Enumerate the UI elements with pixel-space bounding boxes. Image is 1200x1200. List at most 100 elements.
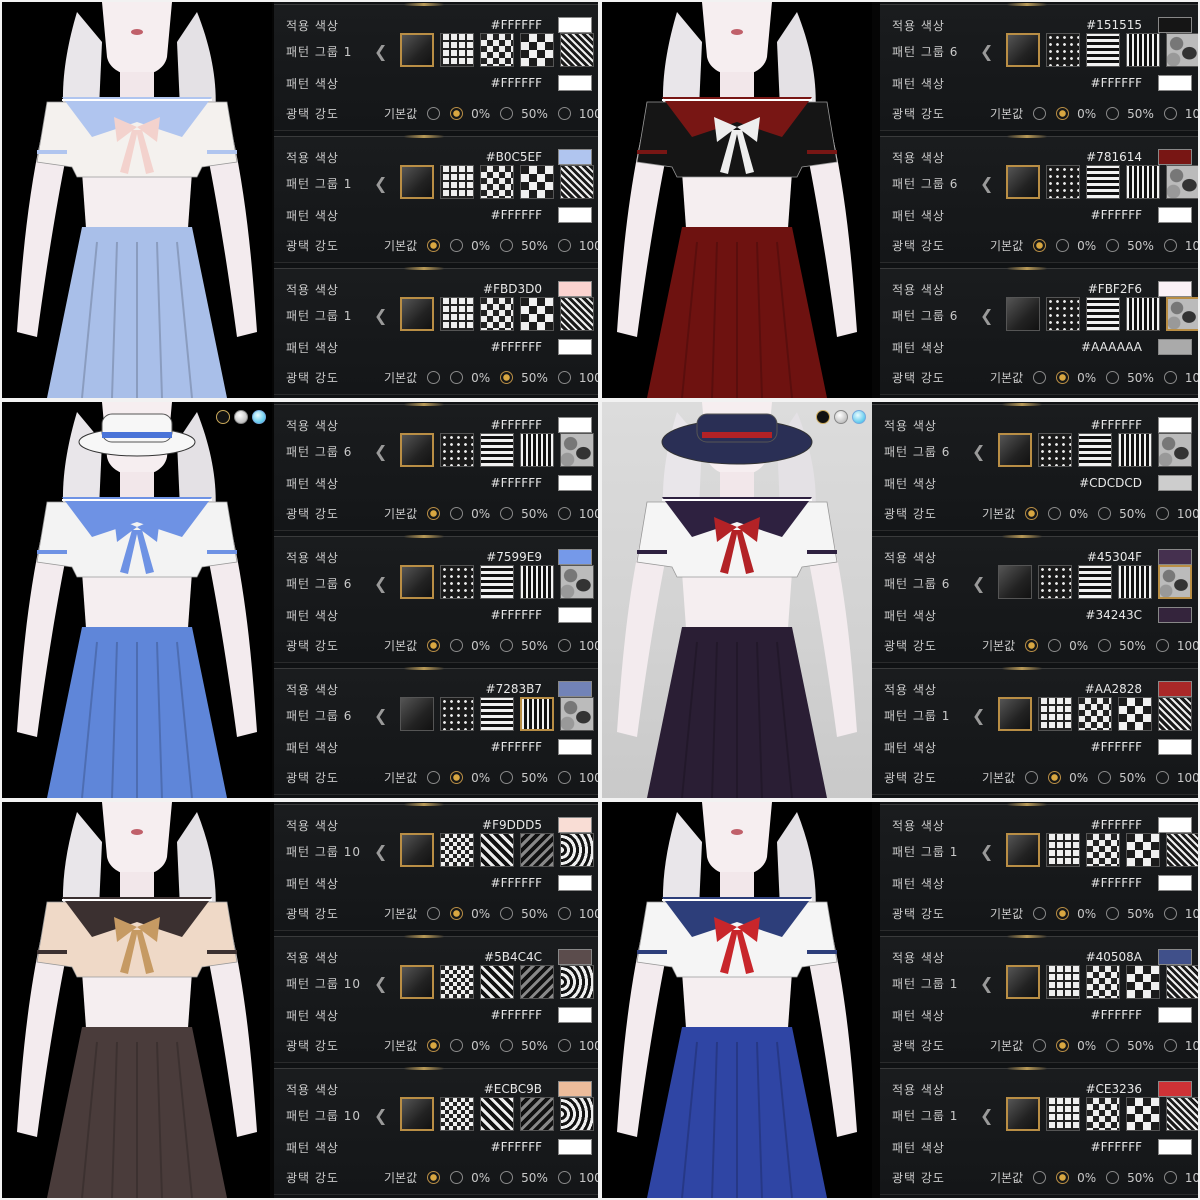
gloss-radio-pct50[interactable] <box>1106 239 1120 252</box>
gloss-radio-pct0[interactable] <box>450 907 464 920</box>
pattern-swatch[interactable] <box>1166 965 1198 999</box>
pattern-swatch[interactable] <box>1046 833 1080 867</box>
color-preset-dot[interactable] <box>216 410 230 424</box>
pattern-color-hex[interactable]: #FFFFFF <box>491 476 542 490</box>
apply-color-chip[interactable] <box>558 949 592 965</box>
chevron-left-icon[interactable]: ❮ <box>980 842 993 861</box>
pattern-swatch[interactable] <box>1006 165 1040 199</box>
gloss-radio-pct100[interactable] <box>557 239 571 252</box>
apply-color-hex[interactable]: #781614 <box>1086 150 1142 164</box>
apply-color-chip[interactable] <box>1158 281 1192 297</box>
pattern-swatch[interactable] <box>440 433 474 467</box>
pattern-color-chip[interactable] <box>558 475 592 491</box>
apply-color-hex[interactable]: #CE3236 <box>1085 1082 1142 1096</box>
pattern-swatch[interactable] <box>560 697 594 731</box>
gloss-radio-default[interactable] <box>427 107 441 120</box>
apply-color-chip[interactable] <box>1158 149 1192 165</box>
chevron-left-icon[interactable]: ❮ <box>374 174 387 193</box>
pattern-swatch[interactable] <box>1006 33 1040 67</box>
apply-color-chip[interactable] <box>558 281 592 297</box>
gloss-radio-default[interactable] <box>427 907 441 920</box>
gloss-radio-pct100[interactable] <box>557 639 571 652</box>
pattern-color-chip[interactable] <box>1158 1139 1192 1155</box>
apply-color-chip[interactable] <box>558 681 592 697</box>
pattern-color-chip[interactable] <box>1158 475 1192 491</box>
pattern-color-chip[interactable] <box>558 875 592 891</box>
chevron-left-icon[interactable]: ❮ <box>972 442 985 461</box>
gloss-radio-pct50[interactable] <box>1098 639 1112 652</box>
chevron-left-icon[interactable]: ❮ <box>972 574 985 593</box>
pattern-swatch[interactable] <box>1118 565 1152 599</box>
gloss-radio-default[interactable] <box>427 239 441 252</box>
gloss-radio-pct50[interactable] <box>1098 507 1112 520</box>
chevron-left-icon[interactable]: ❮ <box>980 974 993 993</box>
chevron-left-icon[interactable]: ❮ <box>980 42 993 61</box>
apply-color-chip[interactable] <box>1158 1081 1192 1097</box>
pattern-swatch[interactable] <box>1126 165 1160 199</box>
gloss-radio-pct0[interactable] <box>1056 1039 1070 1052</box>
pattern-swatch[interactable] <box>440 297 474 331</box>
apply-color-hex[interactable]: #AA2828 <box>1085 682 1142 696</box>
pattern-swatch[interactable] <box>480 965 514 999</box>
pattern-swatch[interactable] <box>440 565 474 599</box>
gloss-radio-pct100[interactable] <box>1155 507 1169 520</box>
apply-color-hex[interactable]: #5B4C4C <box>484 950 542 964</box>
gloss-radio-pct50[interactable] <box>500 239 514 252</box>
pattern-color-hex[interactable]: #CDCDCD <box>1079 476 1142 490</box>
apply-color-chip[interactable] <box>558 817 592 833</box>
pattern-swatch[interactable] <box>1086 165 1120 199</box>
gloss-radio-pct100[interactable] <box>557 907 571 920</box>
pattern-color-hex[interactable]: #FFFFFF <box>491 76 542 90</box>
pattern-swatch[interactable] <box>1086 965 1120 999</box>
gloss-radio-default[interactable] <box>1025 639 1039 652</box>
gloss-radio-default[interactable] <box>1033 1171 1047 1184</box>
apply-color-chip[interactable] <box>1158 949 1192 965</box>
pattern-swatch[interactable] <box>1158 565 1192 599</box>
apply-color-hex[interactable]: #FFFFFF <box>1091 818 1142 832</box>
chevron-left-icon[interactable]: ❮ <box>374 706 387 725</box>
pattern-swatch[interactable] <box>480 833 514 867</box>
pattern-swatch[interactable] <box>1118 697 1152 731</box>
apply-color-chip[interactable] <box>1158 681 1192 697</box>
gloss-radio-pct100[interactable] <box>1163 239 1177 252</box>
pattern-color-chip[interactable] <box>558 207 592 223</box>
pattern-swatch[interactable] <box>1086 33 1120 67</box>
pattern-swatch[interactable] <box>560 33 594 67</box>
pattern-swatch[interactable] <box>480 1097 514 1131</box>
gloss-radio-pct50[interactable] <box>500 907 514 920</box>
pattern-swatch[interactable] <box>1166 33 1198 67</box>
pattern-color-hex[interactable]: #FFFFFF <box>491 208 542 222</box>
pattern-swatch[interactable] <box>560 165 594 199</box>
pattern-swatch[interactable] <box>560 1097 594 1131</box>
apply-color-hex[interactable]: #F9DDD5 <box>482 818 542 832</box>
apply-color-hex[interactable]: #FFFFFF <box>491 418 542 432</box>
gloss-radio-pct0[interactable] <box>1056 371 1070 384</box>
gloss-radio-default[interactable] <box>427 639 441 652</box>
pattern-swatch[interactable] <box>1046 165 1080 199</box>
color-preset-dot[interactable] <box>252 410 266 424</box>
apply-color-chip[interactable] <box>558 149 592 165</box>
pattern-swatch[interactable] <box>440 33 474 67</box>
gloss-radio-pct0[interactable] <box>1048 771 1062 784</box>
pattern-swatch[interactable] <box>480 297 514 331</box>
pattern-swatch[interactable] <box>400 297 434 331</box>
pattern-swatch[interactable] <box>1038 433 1072 467</box>
chevron-left-icon[interactable]: ❮ <box>374 42 387 61</box>
gloss-radio-default[interactable] <box>1033 907 1047 920</box>
gloss-radio-pct100[interactable] <box>557 771 571 784</box>
gloss-radio-default[interactable] <box>1025 771 1039 784</box>
pattern-color-hex[interactable]: #FFFFFF <box>1091 740 1142 754</box>
apply-color-chip[interactable] <box>1158 817 1192 833</box>
pattern-swatch[interactable] <box>400 1097 434 1131</box>
pattern-color-chip[interactable] <box>1158 339 1192 355</box>
pattern-swatch[interactable] <box>1126 297 1160 331</box>
pattern-color-hex[interactable]: #FFFFFF <box>491 1008 542 1022</box>
pattern-color-hex[interactable]: #FFFFFF <box>491 1140 542 1154</box>
pattern-color-chip[interactable] <box>1158 207 1192 223</box>
apply-color-chip[interactable] <box>558 549 592 565</box>
pattern-swatch[interactable] <box>1158 697 1192 731</box>
apply-color-chip[interactable] <box>558 1081 592 1097</box>
gloss-radio-pct100[interactable] <box>1163 107 1177 120</box>
pattern-swatch[interactable] <box>400 565 434 599</box>
color-preset-dot[interactable] <box>852 410 866 424</box>
